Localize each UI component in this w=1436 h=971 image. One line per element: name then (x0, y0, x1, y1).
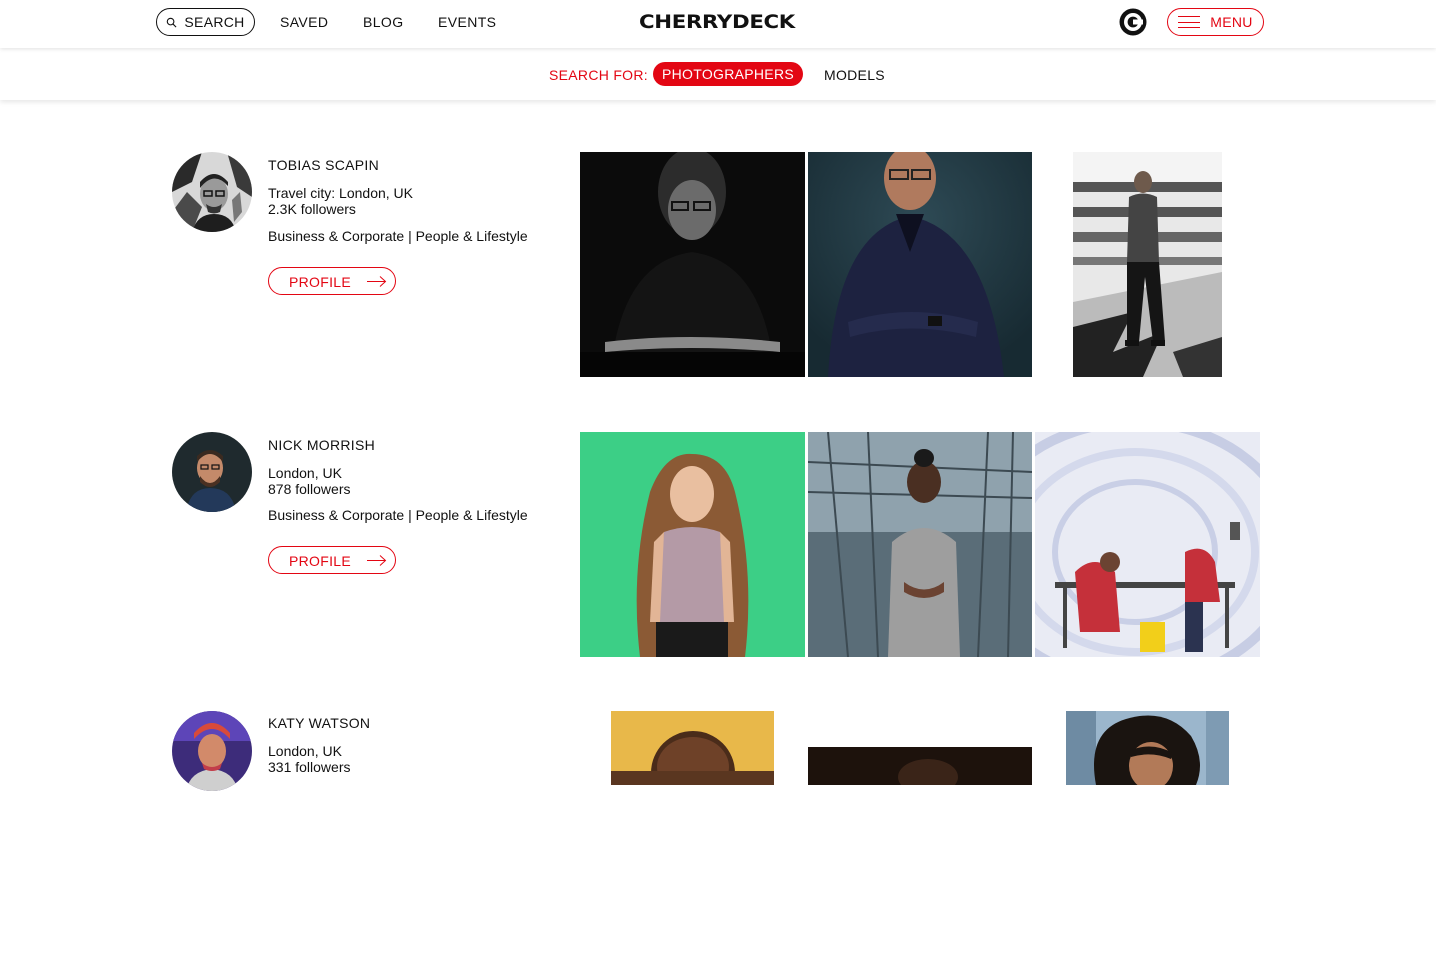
portfolio-photo[interactable] (1035, 432, 1260, 657)
top-navigation: SEARCH SAVED BLOG EVENTS CHERRYDECK MENU (0, 0, 1436, 48)
photographer-city: London, UK (268, 743, 342, 759)
profile-label: PROFILE (289, 553, 352, 569)
search-icon (167, 17, 177, 27)
menu-button[interactable]: MENU (1167, 8, 1264, 36)
photographer-city: Travel city: London, UK (268, 185, 413, 201)
photographer-categories: Business & Corporate | People & Lifestyl… (268, 228, 528, 244)
search-for-label: SEARCH FOR: (549, 67, 648, 83)
photographer-card: KATY WATSON London, UK 331 followers (0, 711, 1436, 971)
avatar[interactable] (172, 432, 252, 512)
portfolio-photo[interactable] (1066, 711, 1229, 785)
photographer-name[interactable]: KATY WATSON (268, 715, 370, 731)
photographer-card: NICK MORRISH London, UK 878 followers Bu… (0, 432, 1436, 692)
portfolio-photo[interactable] (580, 152, 805, 377)
portfolio-photo[interactable] (808, 432, 1032, 657)
photographer-followers: 878 followers (268, 481, 351, 497)
portfolio-photo[interactable] (580, 432, 805, 657)
profile-button[interactable]: PROFILE (268, 267, 396, 295)
search-button[interactable]: SEARCH (156, 8, 255, 36)
filter-models[interactable]: MODELS (824, 67, 885, 83)
site-logo[interactable]: CHERRYDECK (605, 10, 829, 34)
search-label: SEARCH (184, 14, 245, 30)
portfolio-photo[interactable] (808, 747, 1032, 785)
profile-label: PROFILE (289, 274, 352, 290)
photographer-followers: 331 followers (268, 759, 351, 775)
portfolio-photo[interactable] (1073, 152, 1222, 377)
menu-label: MENU (1210, 14, 1253, 30)
avatar[interactable] (172, 711, 252, 791)
nav-link-saved[interactable]: SAVED (280, 14, 328, 30)
hamburger-icon (1178, 16, 1201, 28)
portfolio-photo[interactable] (611, 711, 774, 785)
arrow-right-icon (367, 555, 387, 566)
photographer-name[interactable]: TOBIAS SCAPIN (268, 157, 379, 173)
nav-link-events[interactable]: EVENTS (438, 14, 496, 30)
photographer-name[interactable]: NICK MORRISH (268, 437, 375, 453)
avatar[interactable] (172, 152, 252, 232)
portfolio-photo[interactable] (808, 152, 1032, 377)
search-filter-bar: SEARCH FOR: PHOTOGRAPHERS MODELS (0, 48, 1436, 100)
filter-photographers[interactable]: PHOTOGRAPHERS (653, 62, 803, 86)
photographer-city: London, UK (268, 465, 342, 481)
photographer-followers: 2.3K followers (268, 201, 356, 217)
photographer-card: TOBIAS SCAPIN Travel city: London, UK 2.… (0, 152, 1436, 412)
brand-icon[interactable] (1119, 8, 1147, 36)
photographer-categories: Business & Corporate | People & Lifestyl… (268, 507, 528, 523)
profile-button[interactable]: PROFILE (268, 546, 396, 574)
nav-link-blog[interactable]: BLOG (363, 14, 404, 30)
arrow-right-icon (367, 276, 387, 287)
